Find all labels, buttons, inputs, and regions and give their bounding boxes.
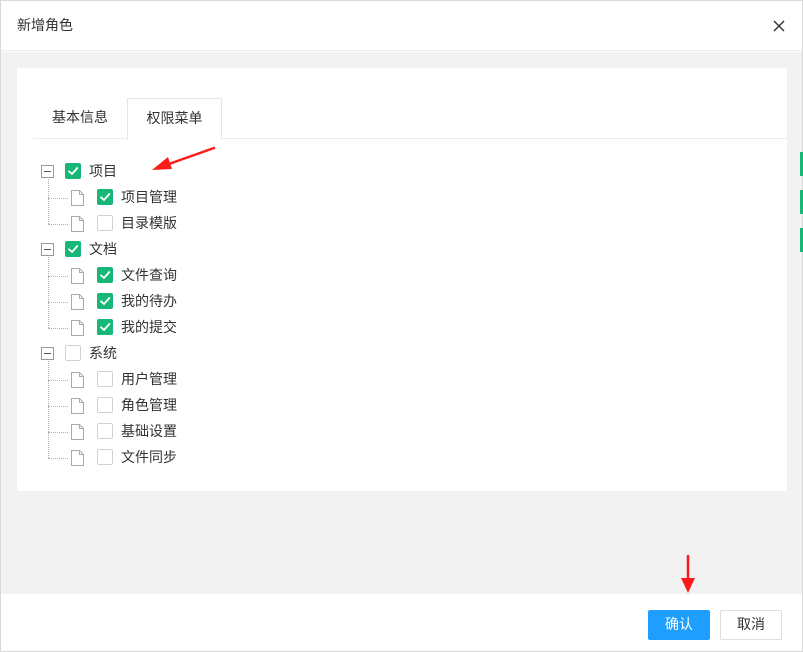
dialog-header: 新增角色: [1, 1, 802, 51]
file-icon: [71, 450, 84, 466]
dialog-body: 基本信息 权限菜单 项目 项目管理目录模版 文档 文件查询我的待办我的提交 系统 用户管理…: [1, 52, 802, 594]
tree-checkbox[interactable]: [97, 371, 113, 387]
dialog-footer: 确认 取消: [1, 594, 802, 651]
tree-connector: [48, 198, 68, 199]
tree-connector: [48, 224, 68, 225]
tab-bar: 基本信息 权限菜单: [33, 98, 787, 140]
dialog-title: 新增角色: [17, 18, 73, 34]
tree-connector: [48, 179, 49, 224]
confirm-button[interactable]: 确认: [648, 610, 710, 640]
tree-node-label[interactable]: 角色管理: [121, 396, 177, 416]
tree-checkbox[interactable]: [65, 163, 81, 179]
tree-connector: [48, 361, 49, 458]
tree-node-label[interactable]: 文件同步: [121, 448, 177, 468]
tree-checkbox[interactable]: [97, 449, 113, 465]
tree-node-label[interactable]: 基础设置: [121, 422, 177, 442]
close-icon[interactable]: [768, 15, 790, 37]
tree-connector: [48, 302, 68, 303]
tree-connector: [48, 432, 68, 433]
content-panel: 基本信息 权限菜单 项目 项目管理目录模版 文档 文件查询我的待办我的提交 系统 用户管理…: [17, 68, 787, 491]
tree-node-label[interactable]: 我的待办: [121, 292, 177, 312]
tree-checkbox[interactable]: [65, 241, 81, 257]
tab-basic-info[interactable]: 基本信息: [33, 98, 127, 139]
collapse-toggle-icon[interactable]: [41, 165, 54, 178]
tree-connector: [48, 406, 68, 407]
file-icon: [71, 294, 84, 310]
tree-checkbox[interactable]: [97, 293, 113, 309]
file-icon: [71, 398, 84, 414]
tree-node-label[interactable]: 项目管理: [121, 188, 177, 208]
file-icon: [71, 216, 84, 232]
tree-connector: [48, 276, 68, 277]
cancel-button[interactable]: 取消: [720, 610, 782, 640]
file-icon: [71, 190, 84, 206]
tree-node-label[interactable]: 我的提交: [121, 318, 177, 338]
collapse-toggle-icon[interactable]: [41, 347, 54, 360]
tree-node-label[interactable]: 文件查询: [121, 266, 177, 286]
tree-checkbox[interactable]: [97, 215, 113, 231]
tree-checkbox[interactable]: [97, 319, 113, 335]
tree-connector: [48, 257, 49, 328]
tree-node-label[interactable]: 项目: [89, 162, 117, 182]
tree-checkbox[interactable]: [97, 397, 113, 413]
add-role-dialog: 新增角色 基本信息 权限菜单 项目 项目管理目录模版 文档 文件查询我的待办我的提交系…: [0, 0, 803, 652]
tree-node-label[interactable]: 系统: [89, 344, 117, 364]
file-icon: [71, 424, 84, 440]
tree-checkbox[interactable]: [97, 423, 113, 439]
tree-connector: [48, 328, 68, 329]
file-icon: [71, 320, 84, 336]
tree-connector: [48, 458, 68, 459]
tree-checkbox[interactable]: [65, 345, 81, 361]
tree-node-label[interactable]: 文档: [89, 240, 117, 260]
tree-connector: [48, 380, 68, 381]
tree-node-label[interactable]: 用户管理: [121, 370, 177, 390]
tree-node-label[interactable]: 目录模版: [121, 214, 177, 234]
tree-checkbox[interactable]: [97, 267, 113, 283]
tab-permission-menu[interactable]: 权限菜单: [127, 98, 222, 140]
file-icon: [71, 372, 84, 388]
collapse-toggle-icon[interactable]: [41, 243, 54, 256]
file-icon: [71, 268, 84, 284]
tree-checkbox[interactable]: [97, 189, 113, 205]
